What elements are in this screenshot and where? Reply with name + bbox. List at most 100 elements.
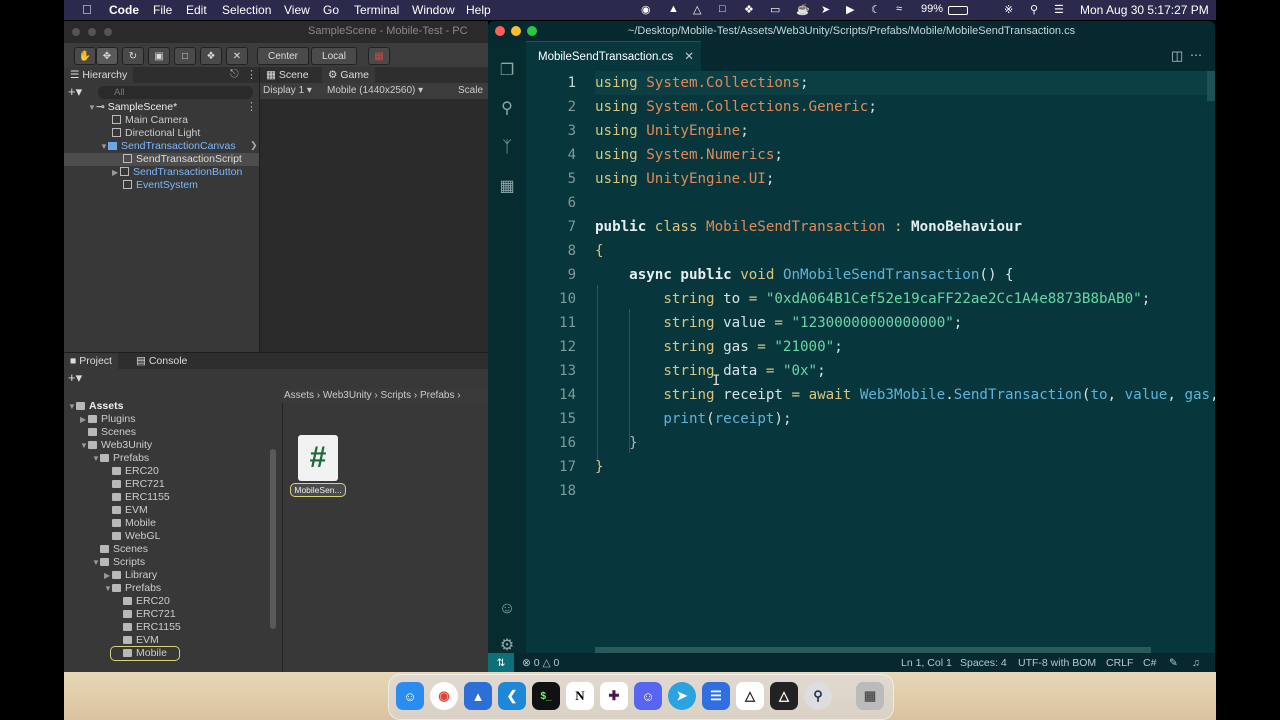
chrome-icon[interactable]: ◉ — [430, 682, 458, 710]
split-editor-icon[interactable]: ◫ — [1171, 48, 1183, 64]
account-icon[interactable]: ☺ — [497, 599, 517, 619]
minimize-window-icon[interactable] — [511, 26, 521, 36]
quicktime-icon[interactable]: ⚲ — [804, 682, 832, 710]
testflight-icon[interactable]: ▲ — [464, 682, 492, 710]
moon-icon[interactable]: ☾ — [871, 3, 881, 16]
menu-window[interactable]: Window — [412, 3, 455, 17]
search-icon[interactable]: ⚲ — [1030, 3, 1038, 16]
tree-row-main-camera[interactable]: Main Camera — [112, 114, 188, 127]
menu-app-code[interactable]: Code — [109, 3, 139, 17]
telegram-icon[interactable]: ➤ — [668, 682, 696, 710]
close-icon[interactable] — [72, 28, 80, 36]
battery-icon[interactable] — [948, 6, 968, 15]
feedback-icon[interactable]: ✎ — [1169, 653, 1178, 673]
wifi-icon[interactable]: ≈ — [896, 3, 902, 15]
tree-scrollbar[interactable] — [270, 449, 276, 629]
scale-tool-icon[interactable]: ▣ — [148, 47, 170, 65]
folder-scripts-erc721[interactable]: ERC721 — [123, 608, 176, 621]
cup-icon[interactable]: ☕ — [796, 3, 810, 16]
folder-erc721[interactable]: ERC721 — [112, 478, 165, 491]
unity-hub-icon[interactable]: △ — [736, 682, 764, 710]
play-icon[interactable]: ▶ — [846, 3, 854, 16]
search-icon[interactable]: ⚲ — [497, 99, 517, 119]
terminal-icon[interactable]: $_ — [532, 682, 560, 710]
folder-webgl[interactable]: WebGL — [112, 530, 160, 543]
rect-tool-icon[interactable]: □ — [174, 47, 196, 65]
chevron-right-icon[interactable]: ❯ — [250, 140, 258, 151]
kebab-menu-icon[interactable]: ⋮ — [246, 68, 257, 81]
minimize-icon[interactable] — [88, 28, 96, 36]
close-tab-icon[interactable]: ✕ — [684, 51, 694, 63]
display-icon[interactable]: ▭ — [770, 3, 780, 16]
discord-icon[interactable]: ☺ — [634, 682, 662, 710]
grid-snap-icon[interactable]: ▦ — [368, 47, 390, 65]
menu-selection[interactable]: Selection — [222, 3, 271, 17]
folder-scripts[interactable]: ▼ Scripts — [92, 556, 145, 569]
tab-game[interactable]: ⚙ Game — [322, 67, 375, 83]
bluetooth-icon[interactable]: ※ — [1004, 3, 1013, 16]
record-icon[interactable]: ◉ — [641, 3, 651, 16]
breadcrumb-assets[interactable]: Assets — [284, 390, 314, 401]
tree-row-directional-light[interactable]: Directional Light — [112, 127, 200, 140]
add-icon[interactable]: +▾ — [68, 84, 82, 100]
tree-row-samplescene[interactable]: ▼⊸ SampleScene* — [88, 101, 177, 114]
finder-icon[interactable]: ☺ — [396, 682, 424, 710]
menu-terminal[interactable]: Terminal — [354, 3, 399, 17]
slack-icon[interactable]: ✚ — [600, 682, 628, 710]
menubar-datetime[interactable]: Mon Aug 30 5:17:27 PM — [1080, 3, 1209, 17]
more-actions-icon[interactable]: ⋯ — [1190, 48, 1202, 62]
tab-scene[interactable]: ▦ Scene — [260, 67, 315, 83]
cursor-position[interactable]: Ln 1, Col 1 — [901, 653, 952, 673]
vscode-dock-icon[interactable]: ❮ — [498, 682, 526, 710]
move-tool-icon[interactable]: ✥ — [96, 47, 118, 65]
indentation[interactable]: Spaces: 4 — [960, 653, 1007, 673]
zoom-icon[interactable] — [104, 28, 112, 36]
unity-status-icon[interactable]: ▲ — [668, 3, 679, 15]
window-icon[interactable]: □ — [719, 3, 726, 15]
maximize-window-icon[interactable] — [527, 26, 537, 36]
folder-library[interactable]: ▶ Library — [104, 569, 157, 582]
folder-assets[interactable]: ▼ Assets — [68, 400, 123, 413]
extensions-icon[interactable]: ▦ — [497, 177, 517, 197]
encoding[interactable]: UTF-8 with BOM — [1018, 653, 1096, 673]
tab-project[interactable]: ■ Project — [64, 353, 118, 369]
control-center-icon[interactable]: ☰ — [1054, 3, 1064, 16]
folder-erc1155[interactable]: ERC1155 — [112, 491, 170, 504]
tree-row-canvas[interactable]: ▼ SendTransactionCanvas — [100, 140, 236, 153]
display-select[interactable]: Display 1 ▾ — [263, 85, 312, 96]
resolution-select[interactable]: Mobile (1440x2560) ▾ — [327, 85, 423, 96]
problems-indicator[interactable]: ⊗ 0 △ 0 — [522, 653, 559, 673]
game-viewport[interactable] — [260, 99, 488, 352]
csharp-script-asset-icon[interactable]: # — [298, 435, 338, 481]
source-control-icon[interactable]: ᛉ — [497, 138, 517, 158]
menu-help[interactable]: Help — [466, 3, 491, 17]
telegram-status-icon[interactable]: ➤ — [821, 3, 830, 16]
folder-scenes[interactable]: Scenes — [88, 426, 136, 439]
apple-menu-icon[interactable]:  — [82, 2, 92, 17]
folder-evm[interactable]: EVM — [112, 504, 148, 517]
notifications-bell-icon[interactable]: ♫ — [1192, 653, 1200, 673]
hierarchy-search-input[interactable]: All — [98, 86, 253, 99]
drive-icon[interactable]: △ — [693, 3, 701, 16]
rotate-tool-icon[interactable]: ↻ — [122, 47, 144, 65]
editor-tab-active[interactable]: MobileSendTransaction.cs ✕ — [526, 41, 701, 71]
menu-go[interactable]: Go — [323, 3, 339, 17]
scene-menu-icon[interactable]: ⋮ — [246, 100, 257, 113]
folder-erc20[interactable]: ERC20 — [112, 465, 159, 478]
menu-file[interactable]: File — [153, 3, 172, 17]
unity-icon[interactable]: △ — [770, 682, 798, 710]
messages-icon[interactable]: ☰ — [702, 682, 730, 710]
folder-scripts-erc20[interactable]: ERC20 — [123, 595, 170, 608]
language-mode[interactable]: C# — [1143, 653, 1156, 673]
breadcrumb-scripts[interactable]: Scripts — [381, 390, 412, 401]
menu-edit[interactable]: Edit — [186, 3, 207, 17]
vertical-scrollbar[interactable] — [1207, 71, 1215, 101]
remote-icon[interactable]: ⇅ — [488, 653, 514, 673]
folder-scripts-prefabs[interactable]: ▼ Prefabs — [104, 582, 161, 595]
tree-row-send-transaction-button[interactable]: ▶ SendTransactionButton — [112, 166, 242, 179]
transform-tool-icon[interactable]: ❖ — [200, 47, 222, 65]
tree-row-send-transaction-script[interactable]: SendTransactionScript — [123, 153, 242, 166]
script-asset-label[interactable]: MobileSen... — [290, 483, 346, 497]
scale-slider-label[interactable]: Scale — [458, 85, 483, 96]
tab-hierarchy[interactable]: ☰ Hierarchy — [64, 67, 134, 83]
